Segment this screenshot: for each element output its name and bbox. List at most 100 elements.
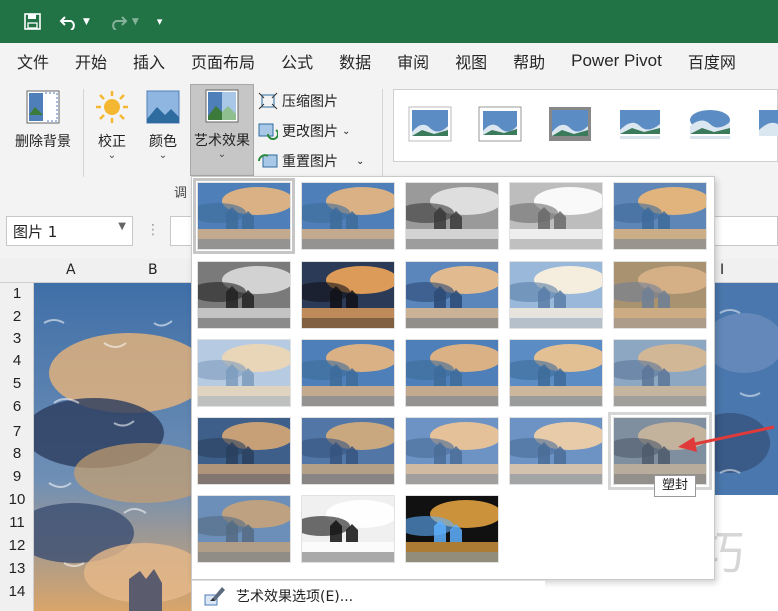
effect-thumbnail[interactable] (301, 339, 395, 407)
color-label: 颜色 (149, 134, 177, 150)
name-box-value: 图片 1 (13, 223, 58, 241)
effect-thumbnail[interactable] (197, 417, 291, 485)
change-picture-icon (258, 123, 278, 140)
row-number[interactable]: 12 (0, 537, 34, 554)
tab-home[interactable]: 开始 (75, 49, 107, 73)
tab-insert[interactable]: 插入 (133, 49, 165, 73)
chevron-down-icon: ⌄ (107, 150, 117, 161)
effect-thumbnail[interactable] (197, 339, 291, 407)
tab-help[interactable]: 帮助 (513, 49, 545, 73)
ribbon-divider (382, 89, 383, 177)
picture-style-1[interactable] (408, 106, 452, 142)
effect-thumbnail[interactable] (613, 339, 707, 407)
picture-styles-gallery[interactable] (393, 89, 778, 162)
annotation-arrow (678, 425, 775, 452)
picture-style-3[interactable] (548, 106, 592, 142)
row-number[interactable]: 13 (0, 560, 34, 577)
row-number[interactable]: 1 (0, 285, 34, 302)
tab-data[interactable]: 数据 (339, 49, 371, 73)
undo-icon[interactable]: ▼ (59, 14, 90, 30)
remove-background-label: 删除背景 (15, 134, 71, 150)
column-b[interactable]: B (148, 262, 158, 278)
effect-thumbnail[interactable] (405, 417, 499, 485)
row-number[interactable]: 5 (0, 375, 34, 392)
row-number[interactable]: 10 (0, 491, 34, 508)
redo-icon[interactable]: ▼ (108, 14, 139, 30)
sun-icon (96, 91, 128, 123)
inserted-picture-right[interactable] (710, 283, 778, 495)
artistic-effects-button[interactable]: 艺术效果 ⌄ (190, 84, 254, 176)
effect-thumbnail[interactable] (301, 495, 395, 563)
compress-label: 压缩图片 (282, 94, 338, 110)
artistic-effects-options-button[interactable]: 艺术效果选项(E)... (191, 580, 545, 611)
column-i[interactable]: I (720, 262, 724, 278)
tab-page-layout[interactable]: 页面布局 (191, 49, 255, 73)
save-icon[interactable] (24, 13, 41, 30)
tab-baidu[interactable]: 百度网 (688, 49, 736, 73)
effect-thumbnail[interactable] (197, 495, 291, 563)
change-picture-label: 更改图片 (282, 124, 338, 140)
dropdown-icon[interactable]: ▼ (118, 221, 126, 232)
effect-thumbnail[interactable] (405, 339, 499, 407)
effect-thumbnail[interactable] (613, 261, 707, 329)
row-number[interactable]: 6 (0, 398, 34, 415)
effect-thumbnail[interactable] (193, 178, 295, 254)
artistic-effects-options-label: 艺术效果选项(E)... (236, 589, 354, 605)
effect-thumbnail[interactable] (613, 182, 707, 250)
row-number[interactable]: 11 (0, 514, 34, 531)
chevron-down-icon: ⌄ (342, 125, 351, 137)
corrections-button[interactable]: 校正 ⌄ (92, 87, 132, 177)
color-button[interactable]: 颜色 ⌄ (142, 87, 184, 177)
tab-file[interactable]: 文件 (17, 49, 49, 73)
row-number[interactable]: 3 (0, 330, 34, 347)
chevron-down-icon: ⌄ (158, 150, 168, 161)
column-a[interactable]: A (66, 262, 76, 278)
picture-style-5[interactable] (688, 106, 732, 142)
reset-picture-button[interactable]: 重置图片 ⌄ (258, 151, 364, 171)
chevron-down-icon: ⌄ (217, 149, 227, 160)
artistic-effects-label: 艺术效果 (194, 133, 250, 149)
effect-thumbnail[interactable] (405, 495, 499, 563)
effect-thumbnail[interactable] (509, 417, 603, 485)
change-picture-button[interactable]: 更改图片 ⌄ (258, 121, 350, 141)
more-icon: ⋮ (146, 222, 160, 238)
reset-picture-icon (258, 154, 278, 168)
remove-background-button[interactable]: 删除背景 (8, 87, 78, 167)
tab-review[interactable]: 审阅 (397, 49, 429, 73)
effect-thumbnail[interactable] (197, 261, 291, 329)
menu-bar: 文件 开始 插入 页面布局 公式 数据 审阅 视图 帮助 Power Pivot… (0, 43, 778, 79)
effect-thumbnail[interactable] (301, 182, 395, 250)
picture-style-4[interactable] (618, 106, 662, 142)
effect-thumbnail[interactable] (301, 417, 395, 485)
paintbrush-icon (204, 587, 225, 606)
tab-view[interactable]: 视图 (455, 49, 487, 73)
effect-thumbnail[interactable] (301, 261, 395, 329)
compress-pictures-button[interactable]: 压缩图片 (258, 91, 338, 111)
picture-style-2[interactable] (478, 106, 522, 142)
ribbon-divider (83, 89, 84, 177)
tab-formulas[interactable]: 公式 (281, 49, 313, 73)
row-number[interactable]: 14 (0, 583, 34, 600)
effect-thumbnail[interactable] (509, 261, 603, 329)
row-number[interactable]: 2 (0, 308, 34, 325)
row-number[interactable]: 7 (0, 423, 34, 440)
inserted-picture[interactable] (34, 283, 192, 611)
color-icon (146, 90, 180, 124)
corrections-label: 校正 (98, 134, 126, 150)
name-box[interactable]: 图片 1 ▼ (6, 216, 133, 246)
effect-thumbnail[interactable] (405, 182, 499, 250)
customize-icon[interactable]: ▾ (157, 15, 163, 28)
tab-power-pivot[interactable]: Power Pivot (571, 51, 662, 71)
chevron-down-icon: ⌄ (356, 155, 365, 167)
row-header: 1 2 3 4 5 6 7 8 9 10 11 12 13 14 (0, 283, 34, 611)
effect-thumbnail[interactable] (405, 261, 499, 329)
row-number[interactable]: 8 (0, 445, 34, 462)
title-bar: ▼ ▼ ▾ (0, 0, 778, 43)
row-number[interactable]: 9 (0, 468, 34, 485)
effect-thumbnail[interactable] (509, 182, 603, 250)
picture-style-6[interactable] (758, 106, 778, 142)
compress-icon (258, 92, 278, 110)
effect-thumbnail[interactable] (509, 339, 603, 407)
row-number[interactable]: 4 (0, 352, 34, 369)
remove-background-icon (26, 90, 60, 124)
